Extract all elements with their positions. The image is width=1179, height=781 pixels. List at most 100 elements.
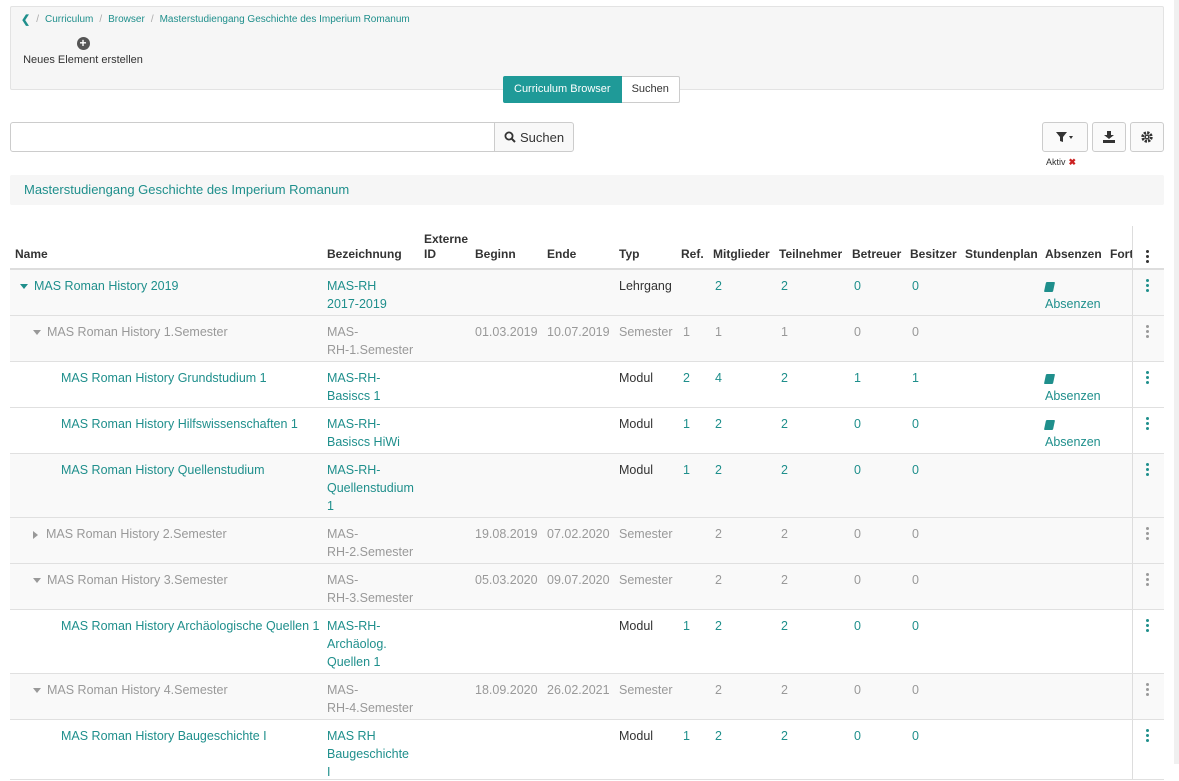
row-bezeichnung[interactable]: MAS-RH 2017-2019: [327, 277, 387, 313]
row-name-link[interactable]: MAS Roman History Archäologische Quellen…: [61, 619, 319, 633]
table-body: MAS Roman History 2019 MAS-RH 2017-2019 Leh…: [10, 270, 1164, 780]
row-betreuer-count[interactable]: 0: [854, 461, 861, 479]
row-menu-icon[interactable]: [1146, 417, 1150, 430]
breadcrumb-item[interactable]: Browser: [108, 14, 145, 25]
row-bezeichnung[interactable]: MAS-RH- Quellenstudium 1: [327, 461, 414, 515]
row-name-link[interactable]: MAS Roman History Baugeschichte I: [61, 729, 267, 743]
column-header-stundenplan[interactable]: Stundenplan: [965, 247, 1038, 262]
row-betreuer-count[interactable]: 0: [854, 277, 861, 295]
row-betreuer-count[interactable]: 0: [854, 617, 861, 635]
row-name-link[interactable]: MAS Roman History 2.Semester: [46, 527, 227, 541]
row-menu-icon[interactable]: [1146, 573, 1150, 586]
row-betreuer-count[interactable]: 0: [854, 415, 861, 433]
collapse-caret-icon[interactable]: [33, 330, 41, 336]
row-betreuer-count[interactable]: 0: [854, 727, 861, 745]
absenzen-link[interactable]: Absenzen: [1043, 369, 1101, 405]
row-ref-count[interactable]: 1: [683, 415, 690, 433]
row-name-link[interactable]: MAS Roman History Grundstudium 1: [61, 371, 267, 385]
breadcrumb-item[interactable]: Masterstudiengang Geschichte des Imperiu…: [160, 14, 410, 25]
row-mitglieder-count[interactable]: 2: [715, 415, 722, 433]
column-header-typ[interactable]: Typ: [619, 247, 639, 262]
book-icon: [1043, 419, 1056, 430]
row-menu-icon[interactable]: [1146, 619, 1150, 632]
column-header-teilnehmer[interactable]: Teilnehmer: [779, 247, 842, 262]
row-bezeichnung[interactable]: MAS-RH- Basiscs HiWi: [327, 415, 400, 451]
row-besitzer-count[interactable]: 0: [912, 617, 919, 635]
row-menu-icon[interactable]: [1146, 683, 1150, 696]
filter-button[interactable]: [1042, 122, 1088, 152]
column-header-mitglieder[interactable]: Mitglieder: [713, 247, 770, 262]
row-bezeichnung[interactable]: MAS RH Baugeschichte I: [327, 727, 409, 781]
column-header-fortschritt[interactable]: Fort: [1110, 247, 1132, 262]
row-teilnehmer-count[interactable]: 2: [781, 277, 788, 295]
row-menu-icon[interactable]: [1146, 371, 1150, 384]
search-button[interactable]: Suchen: [494, 122, 574, 152]
row-mitglieder-count[interactable]: 2: [715, 277, 722, 295]
tab-curriculum-browser[interactable]: Curriculum Browser: [503, 76, 622, 103]
row-bezeichnung[interactable]: MAS-RH- Archäolog. Quellen 1: [327, 617, 387, 671]
row-name-link[interactable]: MAS Roman History 4.Semester: [47, 683, 228, 697]
row-menu-icon[interactable]: [1146, 463, 1150, 476]
absenzen-link[interactable]: Absenzen: [1043, 415, 1101, 451]
row-ref-count[interactable]: 2: [683, 369, 690, 387]
row-name-link[interactable]: MAS Roman History Hilfswissenschaften 1: [61, 417, 298, 431]
new-element-button[interactable]: + Neues Element erstellen: [23, 37, 143, 67]
breadcrumb-item[interactable]: Curriculum: [45, 14, 93, 25]
row-teilnehmer-count[interactable]: 2: [781, 617, 788, 635]
row-teilnehmer-count[interactable]: 2: [781, 369, 788, 387]
row-menu-icon[interactable]: [1146, 729, 1150, 742]
context-title[interactable]: Masterstudiengang Geschichte des Imperiu…: [10, 175, 1164, 205]
row-menu-icon[interactable]: [1146, 527, 1150, 540]
row-besitzer-count[interactable]: 0: [912, 277, 919, 295]
column-header-ende[interactable]: Ende: [547, 247, 576, 262]
row-bezeichnung: MAS- RH-3.Semester: [327, 571, 413, 607]
back-chevron-icon[interactable]: ❮: [21, 13, 30, 26]
collapse-caret-icon[interactable]: [33, 578, 41, 584]
column-header-externe-id[interactable]: Externe: [424, 232, 468, 247]
collapse-caret-icon[interactable]: [20, 284, 28, 290]
row-besitzer-count[interactable]: 1: [912, 369, 919, 387]
search-input[interactable]: [10, 122, 495, 152]
row-besitzer-count[interactable]: 0: [912, 415, 919, 433]
row-ref-count[interactable]: 1: [683, 727, 690, 745]
row-name-link[interactable]: MAS Roman History 1.Semester: [47, 325, 228, 339]
row-ref-count[interactable]: 1: [683, 461, 690, 479]
row-bezeichnung[interactable]: MAS-RH- Basiscs 1: [327, 369, 381, 405]
row-menu-icon[interactable]: [1146, 325, 1150, 338]
collapse-caret-icon[interactable]: [33, 688, 41, 694]
download-button[interactable]: [1092, 122, 1126, 152]
row-actions-cell: [1132, 518, 1164, 563]
column-header-name[interactable]: Name: [15, 247, 48, 262]
row-name-link[interactable]: MAS Roman History 3.Semester: [47, 573, 228, 587]
column-header-besitzer[interactable]: Besitzer: [910, 247, 957, 262]
absenzen-label: Absenzen: [1045, 435, 1101, 449]
column-header-betreuer[interactable]: Betreuer: [852, 247, 901, 262]
row-menu-icon[interactable]: [1146, 279, 1150, 292]
row-teilnehmer-count[interactable]: 2: [781, 727, 788, 745]
row-besitzer-count[interactable]: 0: [912, 461, 919, 479]
row-teilnehmer-count[interactable]: 2: [781, 461, 788, 479]
expand-caret-icon[interactable]: [33, 530, 38, 539]
row-ref-count[interactable]: 1: [683, 617, 690, 635]
column-header-bezeichnung[interactable]: Bezeichnung: [327, 247, 402, 262]
row-name-link[interactable]: MAS Roman History Quellenstudium: [61, 463, 265, 477]
column-header-absenzen[interactable]: Absenzen: [1045, 247, 1102, 262]
column-header-externe-id-2[interactable]: ID: [424, 247, 436, 262]
row-besitzer-count[interactable]: 0: [912, 727, 919, 745]
column-header-beginn[interactable]: Beginn: [475, 247, 516, 262]
absenzen-link[interactable]: Absenzen: [1043, 277, 1101, 313]
row-mitglieder-count[interactable]: 2: [715, 617, 722, 635]
settings-button[interactable]: [1130, 122, 1164, 152]
row-mitglieder-count[interactable]: 2: [715, 461, 722, 479]
tab-search[interactable]: Suchen: [621, 76, 680, 103]
column-menu-icon[interactable]: [1146, 250, 1150, 263]
bezeichnung-line: 2017-2019: [327, 297, 387, 311]
page-scrollbar[interactable]: [1174, 0, 1179, 764]
row-mitglieder-count[interactable]: 4: [715, 369, 722, 387]
remove-filter-icon[interactable]: ✖: [1069, 157, 1077, 167]
row-name-link[interactable]: MAS Roman History 2019: [34, 279, 179, 293]
row-betreuer-count[interactable]: 1: [854, 369, 861, 387]
column-header-ref[interactable]: Ref.: [681, 247, 704, 262]
row-teilnehmer-count[interactable]: 2: [781, 415, 788, 433]
row-mitglieder-count[interactable]: 2: [715, 727, 722, 745]
